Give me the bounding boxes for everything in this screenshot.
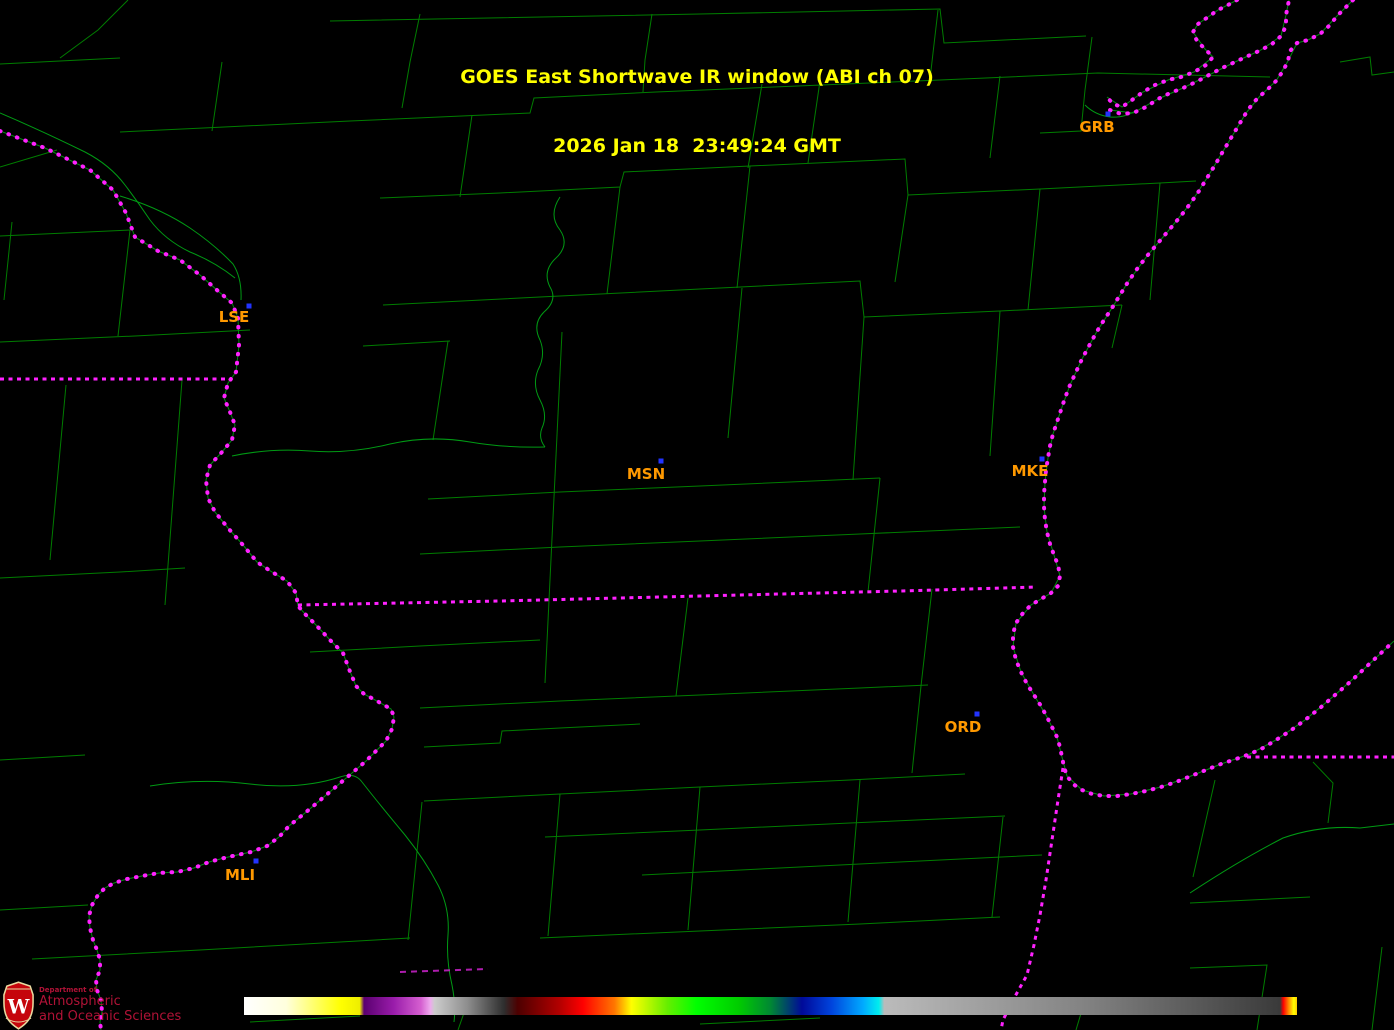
station-markers: GRBLSEMSNMKEORDMLI (219, 112, 1115, 885)
station-label-lse: LSE (219, 308, 250, 326)
title-line-1: GOES East Shortwave IR window (ABI ch 07… (0, 66, 1394, 89)
image-title: GOES East Shortwave IR window (ABI ch 07… (0, 20, 1394, 204)
station-label-ord: ORD (945, 718, 982, 736)
logo-line-oceanic: and Oceanic Sciences (39, 1009, 181, 1024)
wi-il-border (298, 587, 1037, 605)
logo: W Department of Atmospheric and Oceanic … (2, 981, 181, 1030)
il-in-border-vertical (1001, 768, 1063, 1030)
mississippi-river-border (0, 131, 394, 1030)
station-dot-ord (975, 712, 980, 717)
logo-line-atmospheric: Atmospheric (39, 994, 181, 1009)
colorbar (244, 997, 1297, 1015)
crest-letter: W (7, 995, 31, 1018)
uw-crest-icon: W (2, 981, 35, 1030)
satellite-display: GRBLSEMSNMKEORDMLI GOES East Shortwave I… (0, 0, 1394, 1030)
station-label-mke: MKE (1012, 462, 1049, 480)
station-dot-msn (659, 459, 664, 464)
station-label-msn: MSN (627, 465, 665, 483)
title-line-2: 2026 Jan 18 23:49:24 GMT (0, 135, 1394, 158)
station-dot-mli (254, 859, 259, 864)
logo-department-line: Department of (39, 986, 181, 994)
station-label-mli: MLI (225, 866, 255, 884)
minor-border-segment (400, 969, 488, 972)
rivers (0, 105, 1394, 1022)
station-dot-mke (1040, 457, 1045, 462)
logo-text: Department of Atmospheric and Oceanic Sc… (39, 981, 181, 1024)
